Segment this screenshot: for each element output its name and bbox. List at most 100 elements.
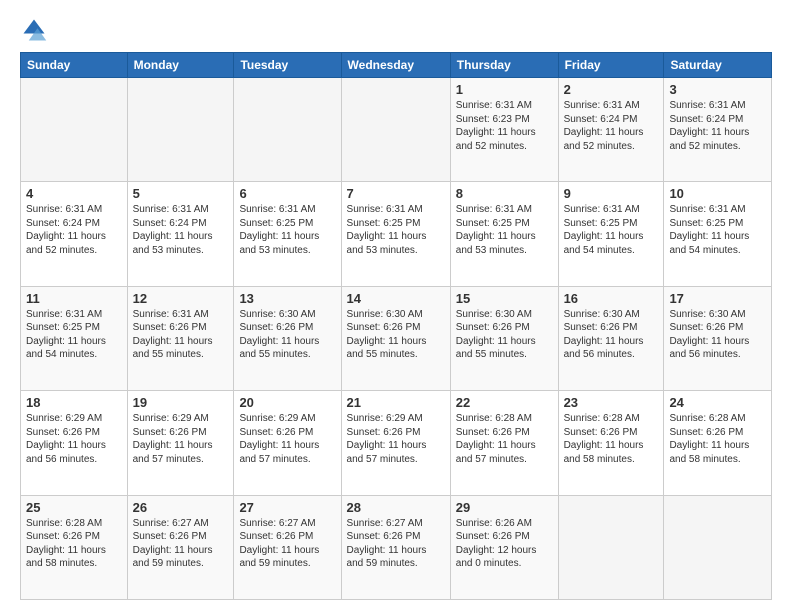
- calendar-cell: 1 Sunrise: 6:31 AM Sunset: 6:23 PM Daylig…: [450, 78, 558, 182]
- calendar-header-thursday: Thursday: [450, 53, 558, 78]
- calendar-header-sunday: Sunday: [21, 53, 128, 78]
- day-number: 26: [133, 500, 229, 515]
- calendar-cell: 25 Sunrise: 6:28 AM Sunset: 6:26 PM Dayli…: [21, 495, 128, 599]
- day-info: Sunrise: 6:31 AM Sunset: 6:26 PM Dayligh…: [133, 308, 229, 362]
- day-info: Sunrise: 6:31 AM Sunset: 6:25 PM Dayligh…: [456, 203, 553, 257]
- calendar-cell: 4 Sunrise: 6:31 AM Sunset: 6:24 PM Daylig…: [21, 182, 128, 286]
- calendar-cell: 5Sunrise: 6:31 AM Sunset: 6:24 PM Daylig…: [127, 182, 234, 286]
- calendar-week-row: 1 Sunrise: 6:31 AM Sunset: 6:23 PM Daylig…: [21, 78, 772, 182]
- calendar-header-saturday: Saturday: [664, 53, 772, 78]
- day-number: 10: [669, 186, 766, 201]
- calendar-cell: 14 Sunrise: 6:30 AM Sunset: 6:26 PM Dayli…: [341, 286, 450, 390]
- day-info: Sunrise: 6:31 AM Sunset: 6:24 PM Dayligh…: [133, 203, 229, 257]
- calendar-cell: 26 Sunrise: 6:27 AM Sunset: 6:26 PM Dayli…: [127, 495, 234, 599]
- page: SundayMondayTuesdayWednesdayThursdayFrid…: [0, 0, 792, 612]
- day-number: 4: [26, 186, 122, 201]
- day-number: 17: [669, 291, 766, 306]
- calendar-cell: [664, 495, 772, 599]
- calendar-header-monday: Monday: [127, 53, 234, 78]
- day-number: 22: [456, 395, 553, 410]
- day-number: 28: [347, 500, 445, 515]
- calendar-cell: 9 Sunrise: 6:31 AM Sunset: 6:25 PM Daylig…: [558, 182, 664, 286]
- day-number: 3: [669, 82, 766, 97]
- calendar-cell: 16Sunrise: 6:30 AM Sunset: 6:26 PM Dayli…: [558, 286, 664, 390]
- calendar-cell: 23 Sunrise: 6:28 AM Sunset: 6:26 PM Dayli…: [558, 391, 664, 495]
- calendar-cell: [341, 78, 450, 182]
- calendar-cell: [127, 78, 234, 182]
- calendar-header-wednesday: Wednesday: [341, 53, 450, 78]
- calendar-cell: [21, 78, 128, 182]
- day-number: 1: [456, 82, 553, 97]
- logo: [20, 16, 52, 44]
- day-number: 21: [347, 395, 445, 410]
- day-info: Sunrise: 6:26 AM Sunset: 6:26 PM Dayligh…: [456, 517, 553, 571]
- day-info: Sunrise: 6:30 AM Sunset: 6:26 PM Dayligh…: [347, 308, 445, 362]
- day-info: Sunrise: 6:29 AM Sunset: 6:26 PM Dayligh…: [133, 412, 229, 466]
- calendar-cell: 17 Sunrise: 6:30 AM Sunset: 6:26 PM Dayli…: [664, 286, 772, 390]
- logo-icon: [20, 16, 48, 44]
- day-info: Sunrise: 6:30 AM Sunset: 6:26 PM Dayligh…: [239, 308, 335, 362]
- calendar-cell: 20Sunrise: 6:29 AM Sunset: 6:26 PM Dayli…: [234, 391, 341, 495]
- calendar-cell: 3Sunrise: 6:31 AM Sunset: 6:24 PM Daylig…: [664, 78, 772, 182]
- day-number: 29: [456, 500, 553, 515]
- day-number: 7: [347, 186, 445, 201]
- day-number: 25: [26, 500, 122, 515]
- day-info: Sunrise: 6:31 AM Sunset: 6:24 PM Dayligh…: [564, 99, 659, 153]
- day-info: Sunrise: 6:28 AM Sunset: 6:26 PM Dayligh…: [456, 412, 553, 466]
- day-info: Sunrise: 6:31 AM Sunset: 6:25 PM Dayligh…: [26, 308, 122, 362]
- calendar-cell: 28 Sunrise: 6:27 AM Sunset: 6:26 PM Dayli…: [341, 495, 450, 599]
- calendar-week-row: 18 Sunrise: 6:29 AM Sunset: 6:26 PM Dayli…: [21, 391, 772, 495]
- calendar-cell: 18 Sunrise: 6:29 AM Sunset: 6:26 PM Dayli…: [21, 391, 128, 495]
- day-info: Sunrise: 6:29 AM Sunset: 6:26 PM Dayligh…: [347, 412, 445, 466]
- day-info: Sunrise: 6:30 AM Sunset: 6:26 PM Dayligh…: [669, 308, 766, 362]
- day-info: Sunrise: 6:28 AM Sunset: 6:26 PM Dayligh…: [669, 412, 766, 466]
- calendar-cell: 15 Sunrise: 6:30 AM Sunset: 6:26 PM Dayli…: [450, 286, 558, 390]
- calendar-week-row: 4 Sunrise: 6:31 AM Sunset: 6:24 PM Daylig…: [21, 182, 772, 286]
- day-number: 2: [564, 82, 659, 97]
- day-number: 14: [347, 291, 445, 306]
- calendar-cell: 21 Sunrise: 6:29 AM Sunset: 6:26 PM Dayli…: [341, 391, 450, 495]
- calendar-cell: 7 Sunrise: 6:31 AM Sunset: 6:25 PM Daylig…: [341, 182, 450, 286]
- day-number: 6: [239, 186, 335, 201]
- calendar-cell: 10Sunrise: 6:31 AM Sunset: 6:25 PM Dayli…: [664, 182, 772, 286]
- day-number: 27: [239, 500, 335, 515]
- calendar-cell: 22 Sunrise: 6:28 AM Sunset: 6:26 PM Dayli…: [450, 391, 558, 495]
- calendar-cell: 27 Sunrise: 6:27 AM Sunset: 6:26 PM Dayli…: [234, 495, 341, 599]
- calendar-cell: 19 Sunrise: 6:29 AM Sunset: 6:26 PM Dayli…: [127, 391, 234, 495]
- day-info: Sunrise: 6:28 AM Sunset: 6:26 PM Dayligh…: [564, 412, 659, 466]
- day-info: Sunrise: 6:31 AM Sunset: 6:23 PM Dayligh…: [456, 99, 553, 153]
- day-info: Sunrise: 6:27 AM Sunset: 6:26 PM Dayligh…: [347, 517, 445, 571]
- calendar-week-row: 25 Sunrise: 6:28 AM Sunset: 6:26 PM Dayli…: [21, 495, 772, 599]
- day-number: 19: [133, 395, 229, 410]
- calendar-cell: 8 Sunrise: 6:31 AM Sunset: 6:25 PM Daylig…: [450, 182, 558, 286]
- day-number: 16: [564, 291, 659, 306]
- header: [20, 16, 772, 44]
- day-number: 15: [456, 291, 553, 306]
- day-number: 12: [133, 291, 229, 306]
- calendar-cell: 12 Sunrise: 6:31 AM Sunset: 6:26 PM Dayli…: [127, 286, 234, 390]
- calendar-cell: [558, 495, 664, 599]
- day-number: 9: [564, 186, 659, 201]
- day-info: Sunrise: 6:29 AM Sunset: 6:26 PM Dayligh…: [239, 412, 335, 466]
- day-info: Sunrise: 6:31 AM Sunset: 6:25 PM Dayligh…: [564, 203, 659, 257]
- calendar-week-row: 11 Sunrise: 6:31 AM Sunset: 6:25 PM Dayli…: [21, 286, 772, 390]
- calendar-header-friday: Friday: [558, 53, 664, 78]
- day-number: 18: [26, 395, 122, 410]
- day-info: Sunrise: 6:27 AM Sunset: 6:26 PM Dayligh…: [133, 517, 229, 571]
- day-number: 13: [239, 291, 335, 306]
- day-info: Sunrise: 6:28 AM Sunset: 6:26 PM Dayligh…: [26, 517, 122, 571]
- calendar-cell: 24Sunrise: 6:28 AM Sunset: 6:26 PM Dayli…: [664, 391, 772, 495]
- calendar-cell: [234, 78, 341, 182]
- calendar-header-tuesday: Tuesday: [234, 53, 341, 78]
- day-info: Sunrise: 6:31 AM Sunset: 6:25 PM Dayligh…: [347, 203, 445, 257]
- day-number: 11: [26, 291, 122, 306]
- day-number: 23: [564, 395, 659, 410]
- calendar-cell: 13 Sunrise: 6:30 AM Sunset: 6:26 PM Dayli…: [234, 286, 341, 390]
- day-info: Sunrise: 6:30 AM Sunset: 6:26 PM Dayligh…: [456, 308, 553, 362]
- calendar-table: SundayMondayTuesdayWednesdayThursdayFrid…: [20, 52, 772, 600]
- day-number: 8: [456, 186, 553, 201]
- day-info: Sunrise: 6:31 AM Sunset: 6:24 PM Dayligh…: [26, 203, 122, 257]
- calendar-cell: 6Sunrise: 6:31 AM Sunset: 6:25 PM Daylig…: [234, 182, 341, 286]
- day-info: Sunrise: 6:27 AM Sunset: 6:26 PM Dayligh…: [239, 517, 335, 571]
- day-info: Sunrise: 6:29 AM Sunset: 6:26 PM Dayligh…: [26, 412, 122, 466]
